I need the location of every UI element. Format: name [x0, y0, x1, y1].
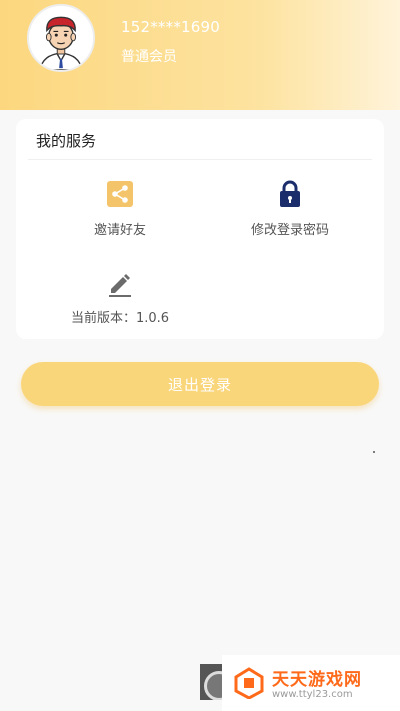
watermark-logo-icon: [234, 667, 264, 699]
app-version-label: 当前版本：1.0.6: [70, 311, 170, 326]
services-title: 我的服务: [36, 132, 97, 150]
profile-page: 152****1690 普通会员 我的服务 邀请好友 修改登录密码 当前版本：1…: [0, 0, 400, 711]
lock-icon: [280, 180, 300, 207]
profile-header: 152****1690 普通会员: [0, 0, 400, 110]
invite-friends-item[interactable]: 邀请好友: [28, 179, 212, 238]
watermark-url: www.ttyl23.com: [272, 689, 353, 700]
app-version-item[interactable]: 当前版本：1.0.6: [28, 269, 212, 326]
watermark-fragment: [200, 664, 222, 700]
change-password-item[interactable]: 修改登录密码: [198, 179, 382, 238]
share-icon: [107, 181, 133, 207]
member-level: 普通会员: [121, 49, 177, 65]
change-password-label: 修改登录密码: [250, 223, 329, 238]
watermark: 天天游戏网 www.ttyl23.com: [222, 655, 400, 711]
avatar[interactable]: [27, 4, 95, 72]
watermark-title: 天天游戏网: [272, 670, 362, 690]
invite-friends-label: 邀请好友: [93, 223, 146, 238]
logout-button[interactable]: 退出登录: [21, 362, 379, 406]
divider: [28, 159, 372, 160]
dot-artifact: [373, 451, 375, 453]
user-phone: 152****1690: [121, 18, 221, 36]
edit-icon: [109, 274, 131, 297]
cartoon-man-icon: [29, 6, 93, 70]
services-card: 我的服务 邀请好友 修改登录密码 当前版本：1.0.6: [16, 119, 384, 339]
